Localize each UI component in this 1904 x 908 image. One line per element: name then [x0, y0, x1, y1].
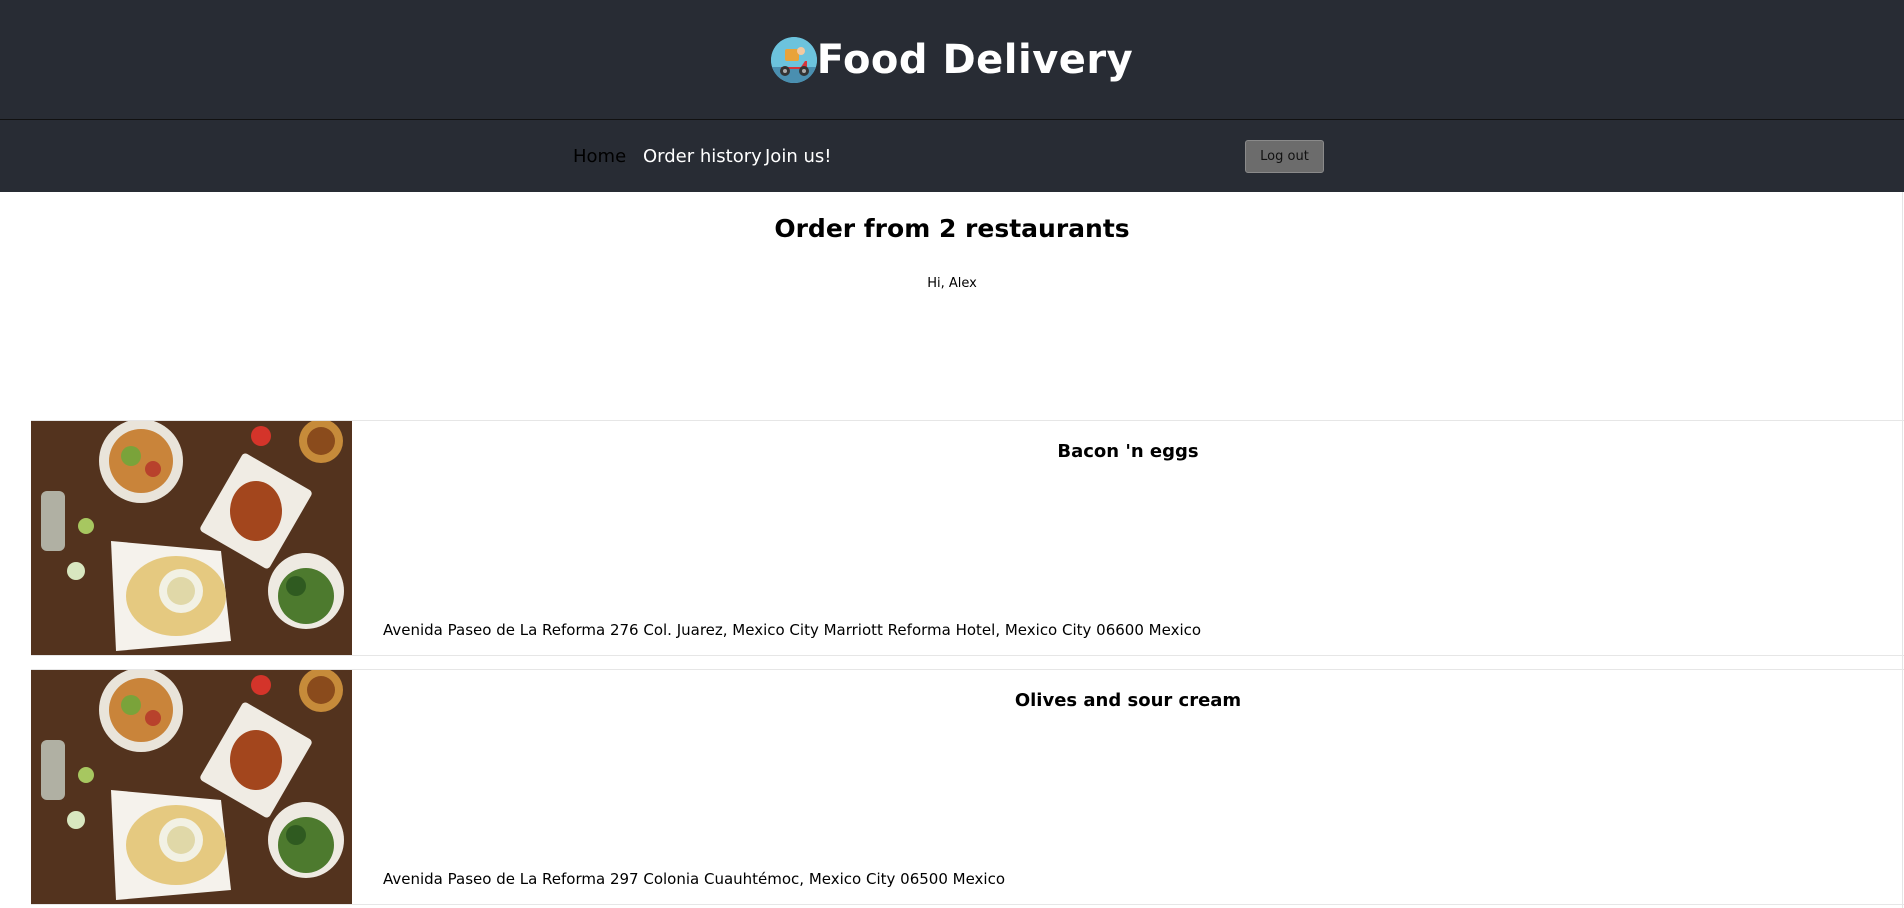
restaurant-card[interactable]: Olives and sour cream Avenida Paseo de L… — [31, 669, 1904, 905]
restaurant-address: Avenida Paseo de La Reforma 297 Colonia … — [383, 870, 1006, 888]
brand[interactable]: Food Delivery — [770, 36, 1134, 83]
restaurant-card[interactable]: Bacon 'n eggs Avenida Paseo de La Reform… — [31, 420, 1904, 656]
app-title: Food Delivery — [816, 36, 1134, 83]
app-header: Food Delivery — [0, 0, 1904, 120]
restaurant-image — [31, 670, 352, 904]
logout-button[interactable]: Log out — [1245, 140, 1324, 173]
restaurant-image — [31, 421, 352, 655]
scooter-delivery-icon — [770, 36, 817, 83]
restaurant-name: Olives and sour cream — [1014, 690, 1242, 711]
navbar — [0, 120, 1904, 192]
nav-home-link[interactable]: Home — [573, 146, 626, 167]
page-title: Order from 2 restaurants — [774, 214, 1130, 243]
restaurant-address: Avenida Paseo de La Reforma 276 Col. Jua… — [383, 621, 1202, 639]
nav-join-link[interactable]: Join us! — [765, 146, 831, 167]
greeting-text: Hi, Alex — [927, 276, 977, 291]
nav-order-history-link[interactable]: Order history — [643, 146, 762, 167]
restaurant-name: Bacon 'n eggs — [1057, 441, 1199, 462]
